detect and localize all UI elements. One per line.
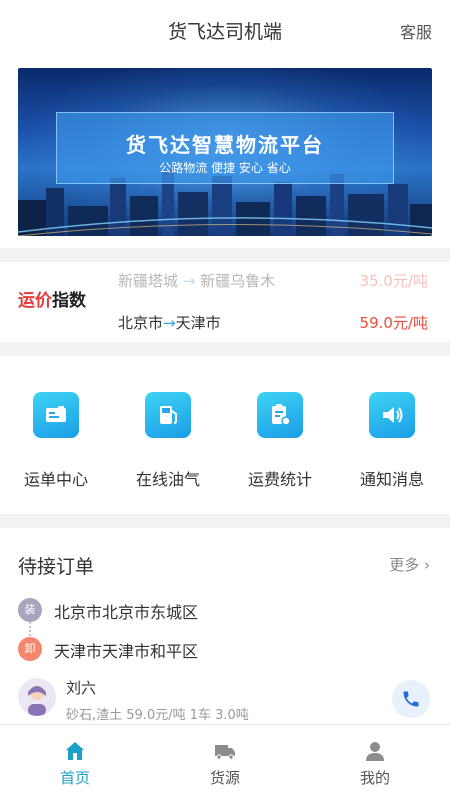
menu-freight-stats[interactable]: 运费统计 bbox=[224, 392, 336, 502]
route-dotted-line bbox=[29, 622, 31, 636]
tab-label: 我的 bbox=[359, 769, 390, 787]
route-arrow-icon: → bbox=[163, 314, 176, 332]
menu-label: 在线油气 bbox=[135, 470, 200, 489]
menu-online-fuel[interactable]: 在线油气 bbox=[112, 392, 224, 502]
waybill-icon bbox=[33, 392, 79, 438]
home-icon bbox=[66, 742, 84, 760]
quick-menu: 运单中心 在线油气 运费统计 通知消息 bbox=[0, 356, 450, 514]
phone-icon bbox=[403, 691, 419, 707]
banner-panel: 货飞达智慧物流平台 公路物流 便捷 安心 省心 bbox=[56, 112, 394, 184]
unload-address: 天津市天津市和平区 bbox=[54, 642, 199, 661]
load-address: 北京市北京市东城区 bbox=[54, 603, 199, 622]
driver-name: 刘六 bbox=[66, 679, 97, 697]
menu-label: 运单中心 bbox=[23, 470, 88, 489]
unload-tag: 卸 bbox=[18, 637, 42, 661]
app-header: 货飞达司机端 客服 bbox=[0, 0, 450, 60]
load-tag: 装 bbox=[18, 598, 42, 622]
truck-icon bbox=[215, 745, 235, 760]
customer-service-button[interactable]: 客服 bbox=[400, 19, 432, 43]
tab-home[interactable]: 首页 bbox=[0, 725, 150, 800]
clipboard-stats-icon bbox=[257, 392, 303, 438]
menu-waybill-center[interactable]: 运单中心 bbox=[0, 392, 112, 502]
tab-label: 货源 bbox=[209, 769, 240, 787]
price-index-logo-black: 指数 bbox=[52, 291, 86, 311]
page-title: 货飞达司机端 bbox=[167, 21, 282, 43]
freight-price-index[interactable]: 运价指数 新疆塔城 → 新疆乌鲁木 35.0元/吨 北京市→天津市 59.0元/… bbox=[0, 262, 450, 342]
tab-mine[interactable]: 我的 bbox=[300, 725, 450, 800]
price-route: 新疆塔城 → 新疆乌鲁木 bbox=[118, 272, 276, 290]
bottom-tab-bar: 首页 货源 我的 bbox=[0, 724, 450, 800]
banner-subtitle: 公路物流 便捷 安心 省心 bbox=[159, 161, 291, 175]
call-button[interactable] bbox=[392, 680, 430, 718]
banner-title: 货飞达智慧物流平台 bbox=[126, 133, 324, 157]
tab-label: 首页 bbox=[59, 769, 90, 787]
order-load-stop[interactable]: 装 北京市北京市东城区 bbox=[18, 598, 418, 622]
price-value: 35.0元/吨 bbox=[359, 272, 428, 290]
order-unload-stop[interactable]: 卸 天津市天津市和平区 bbox=[18, 637, 418, 661]
price-index-list: 新疆塔城 → 新疆乌鲁木 35.0元/吨 北京市→天津市 59.0元/吨 bbox=[118, 262, 428, 342]
cargo-info: 砂石,渣土 59.0元/吨 1车 3.0吨 bbox=[66, 708, 249, 723]
chevron-right-icon: › bbox=[424, 556, 430, 574]
price-row: 新疆塔城 → 新疆乌鲁木 35.0元/吨 bbox=[118, 270, 428, 292]
menu-notifications[interactable]: 通知消息 bbox=[336, 392, 448, 502]
banner-section: 货飞达智慧物流平台 公路物流 便捷 安心 省心 bbox=[0, 60, 450, 248]
more-orders-link[interactable]: 更多 › bbox=[389, 554, 430, 575]
user-icon bbox=[366, 742, 384, 761]
speaker-icon bbox=[369, 392, 415, 438]
avatar bbox=[18, 678, 56, 716]
pending-orders-title: 待接订单 bbox=[18, 556, 95, 578]
menu-label: 通知消息 bbox=[359, 470, 424, 489]
price-row: 北京市→天津市 59.0元/吨 bbox=[118, 312, 428, 334]
price-value: 59.0元/吨 bbox=[359, 314, 428, 332]
route-arrow-icon: → bbox=[178, 272, 201, 290]
promo-banner[interactable]: 货飞达智慧物流平台 公路物流 便捷 安心 省心 bbox=[18, 68, 432, 236]
price-route: 北京市→天津市 bbox=[118, 314, 221, 332]
price-index-logo: 运价指数 bbox=[18, 286, 108, 316]
price-index-logo-red: 运价 bbox=[18, 291, 52, 311]
fuel-pump-icon bbox=[145, 392, 191, 438]
menu-label: 运费统计 bbox=[247, 470, 312, 489]
tab-cargo-source[interactable]: 货源 bbox=[150, 725, 300, 800]
